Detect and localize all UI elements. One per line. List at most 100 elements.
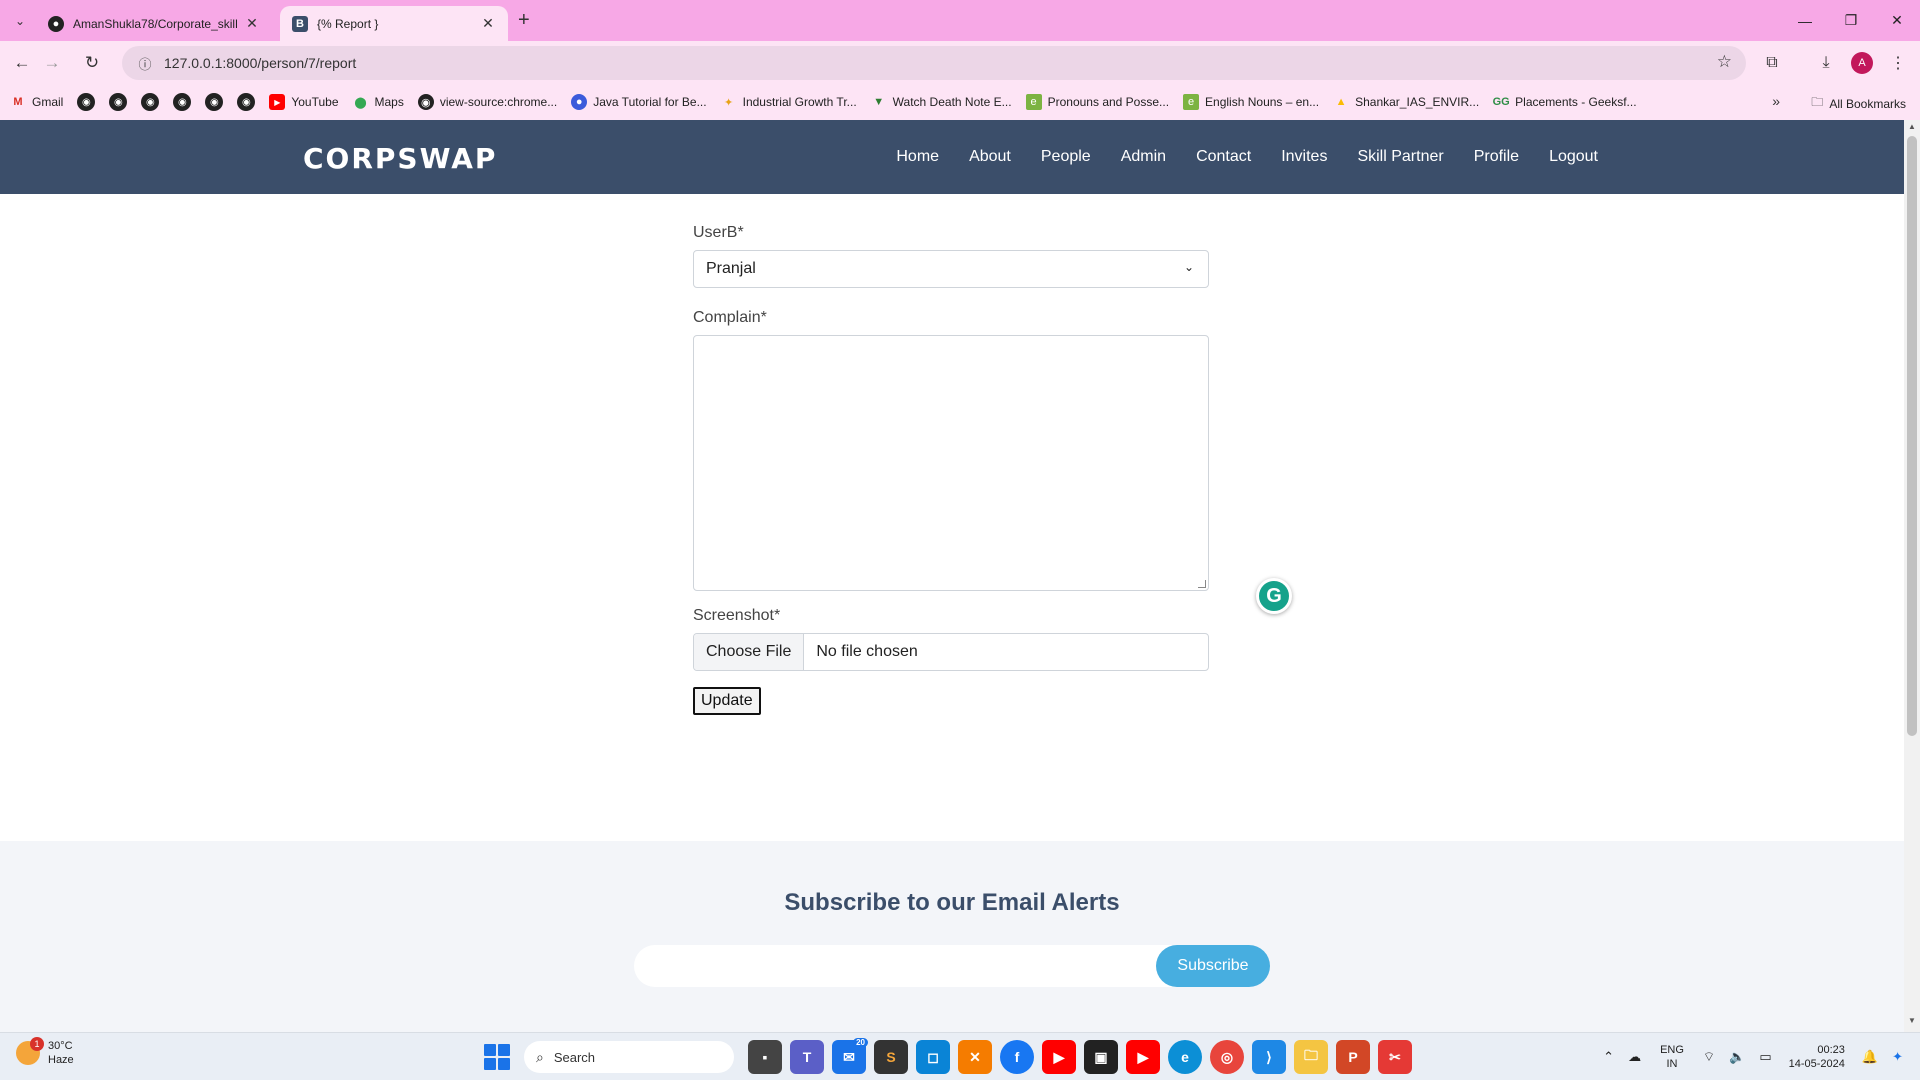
restore-icon[interactable]: ❐	[1828, 0, 1874, 41]
new-tab-plus-icon[interactable]: +	[518, 9, 530, 32]
copilot-icon[interactable]: ✦	[1892, 1049, 1903, 1065]
edge-icon[interactable]: e	[1168, 1040, 1202, 1074]
userb-label: UserB*	[693, 224, 744, 241]
clock-time: 00:23	[1817, 1044, 1845, 1056]
back-arrow-icon[interactable]: ←	[8, 49, 36, 77]
close-window-icon[interactable]: ✕	[1874, 0, 1920, 41]
weather-widget[interactable]: 1 30°C Haze	[16, 1037, 74, 1067]
all-bookmarks[interactable]: 🗀 All Bookmarks	[1811, 93, 1906, 114]
bookmark-label: Placements - Geeksf...	[1515, 95, 1637, 109]
search-icon: ⌕	[536, 1048, 544, 1065]
close-icon[interactable]: ✕	[244, 15, 260, 32]
taskbar-search[interactable]: ⌕ Search	[524, 1041, 734, 1073]
menu-kebab-icon[interactable]: ⋮	[1884, 49, 1912, 77]
mail-icon[interactable]: ✉ 20	[832, 1038, 868, 1074]
subscribe-button[interactable]: Subscribe	[1156, 945, 1270, 987]
browser-toolbar: ← → ↻ ⓘ 127.0.0.1:8000/person/7/report ☆…	[0, 41, 1920, 84]
nav-skill-partner[interactable]: Skill Partner	[1357, 148, 1443, 166]
file-explorer-icon[interactable]: 🗀	[1294, 1040, 1328, 1074]
tab-search-chevron-icon[interactable]: ⌄	[8, 9, 32, 33]
youtube-icon[interactable]: ▶	[1126, 1040, 1160, 1074]
youtube-icon[interactable]: ▶	[1042, 1040, 1076, 1074]
scroll-up-arrow-icon[interactable]: ▲	[1904, 122, 1920, 136]
extensions-puzzle-icon[interactable]: ⧉	[1758, 49, 1786, 77]
chevron-up-icon[interactable]: ⌃	[1603, 1049, 1614, 1065]
bookmark-death-note[interactable]: ▼ Watch Death Note E...	[871, 94, 1011, 110]
download-icon[interactable]: ⤓	[1812, 49, 1840, 77]
language-indicator[interactable]: ENG IN	[1660, 1043, 1684, 1071]
bookmark-shankar-ias[interactable]: ▲ Shankar_IAS_ENVIR...	[1333, 94, 1480, 110]
forward-arrow-icon[interactable]: →	[38, 49, 66, 77]
facebook-icon[interactable]: f	[1000, 1040, 1034, 1074]
address-url[interactable]: 127.0.0.1:8000/person/7/report	[164, 55, 356, 71]
minimize-icon[interactable]: —	[1782, 0, 1828, 41]
snipping-tool-icon[interactable]: ✂	[1378, 1040, 1412, 1074]
site-header: CORPSWAP Home About People Admin Contact…	[0, 120, 1904, 194]
globe-icon: ◉	[417, 94, 434, 110]
notifications-bell-icon[interactable]: 🔔	[1862, 1049, 1878, 1065]
bookmark-java-tutorial[interactable]: ● Java Tutorial for Be...	[571, 94, 707, 110]
close-icon[interactable]: ✕	[480, 15, 496, 32]
nav-contact[interactable]: Contact	[1196, 148, 1251, 166]
battery-icon[interactable]: ▭	[1759, 1049, 1771, 1065]
bookmark-label: Pronouns and Posse...	[1047, 95, 1170, 109]
bookmark-globe-icon[interactable]: ◉	[109, 93, 128, 111]
page-scrollbar[interactable]: ▲ ▼	[1904, 120, 1920, 1032]
vscode-icon[interactable]: ⟩	[1252, 1040, 1286, 1074]
bookmark-globe-icon[interactable]: ◉	[237, 93, 256, 111]
bookmark-star-icon[interactable]: ☆	[1717, 52, 1732, 72]
e-site-icon: e	[1183, 94, 1200, 110]
profile-avatar[interactable]: A	[1848, 49, 1876, 77]
teams-icon[interactable]: T	[790, 1040, 824, 1074]
bookmark-gmail[interactable]: M Gmail	[10, 94, 63, 110]
bookmark-english-nouns[interactable]: e English Nouns – en...	[1183, 94, 1319, 110]
clock[interactable]: 00:23 14-05-2024	[1789, 1043, 1845, 1071]
app-square-icon[interactable]: ◻	[916, 1040, 950, 1074]
address-bar[interactable]: ⓘ 127.0.0.1:8000/person/7/report ☆	[122, 46, 1746, 80]
update-button[interactable]: Update	[693, 687, 761, 715]
bookmark-globe-icon[interactable]: ◉	[173, 93, 192, 111]
bookmark-maps[interactable]: ⬤ Maps	[353, 94, 404, 110]
wifi-icon[interactable]: ⌔	[1703, 1049, 1715, 1065]
bookmark-industrial-growth[interactable]: ✦ Industrial Growth Tr...	[721, 94, 857, 110]
sony-liv-icon[interactable]: ▣	[1084, 1040, 1118, 1074]
bookmark-pronouns[interactable]: e Pronouns and Posse...	[1025, 94, 1170, 110]
site-logo[interactable]: CORPSWAP	[303, 142, 497, 175]
scroll-down-arrow-icon[interactable]: ▼	[1904, 1016, 1920, 1030]
browser-tab-report[interactable]: B {% Report } ✕	[280, 6, 508, 41]
task-view-icon[interactable]: ▪	[748, 1040, 782, 1074]
bookmark-youtube[interactable]: ▶ YouTube	[269, 94, 339, 110]
reload-icon[interactable]: ↻	[78, 49, 106, 77]
site-info-icon[interactable]: ⓘ	[130, 54, 160, 73]
nav-invites[interactable]: Invites	[1281, 148, 1327, 166]
nav-logout[interactable]: Logout	[1549, 148, 1598, 166]
bookmark-view-source[interactable]: ◉ view-source:chrome...	[417, 94, 557, 110]
powerpoint-icon[interactable]: P	[1336, 1040, 1370, 1074]
chrome-icon[interactable]: ◎	[1210, 1040, 1244, 1074]
windows-start-icon[interactable]	[484, 1044, 510, 1070]
subscribe-email-input[interactable]	[634, 945, 1154, 987]
notification-badge: 1	[30, 1037, 44, 1051]
bookmark-placements[interactable]: GG Placements - Geeksf...	[1493, 94, 1637, 110]
xampp-icon[interactable]: ✕	[958, 1040, 992, 1074]
resize-grip-icon[interactable]	[1198, 580, 1206, 588]
nav-home[interactable]: Home	[896, 148, 939, 166]
bookmarks-overflow-icon[interactable]: »	[1772, 93, 1780, 109]
volume-icon[interactable]: 🔈	[1729, 1049, 1745, 1065]
userb-select[interactable]: Pranjal ⌄	[693, 250, 1209, 288]
bookmark-globe-icon[interactable]: ◉	[141, 93, 160, 111]
cloud-icon[interactable]: ☁	[1628, 1049, 1641, 1065]
bookmark-globe-icon[interactable]: ◉	[205, 93, 224, 111]
nav-people[interactable]: People	[1041, 148, 1091, 166]
complain-textarea[interactable]	[693, 335, 1209, 591]
nav-profile[interactable]: Profile	[1474, 148, 1519, 166]
bookmark-globe-icon[interactable]: ◉	[77, 93, 96, 111]
scrollbar-thumb[interactable]	[1907, 136, 1917, 736]
nav-admin[interactable]: Admin	[1121, 148, 1166, 166]
nav-about[interactable]: About	[969, 148, 1011, 166]
screenshot-file-input[interactable]: Choose File No file chosen	[693, 633, 1209, 671]
choose-file-button[interactable]: Choose File	[694, 634, 805, 670]
browser-tab-github[interactable]: ● AmanShukla78/Corporate_skill ✕	[36, 6, 272, 41]
grammarly-icon[interactable]: G	[1256, 578, 1292, 614]
sublime-icon[interactable]: S	[874, 1040, 908, 1074]
